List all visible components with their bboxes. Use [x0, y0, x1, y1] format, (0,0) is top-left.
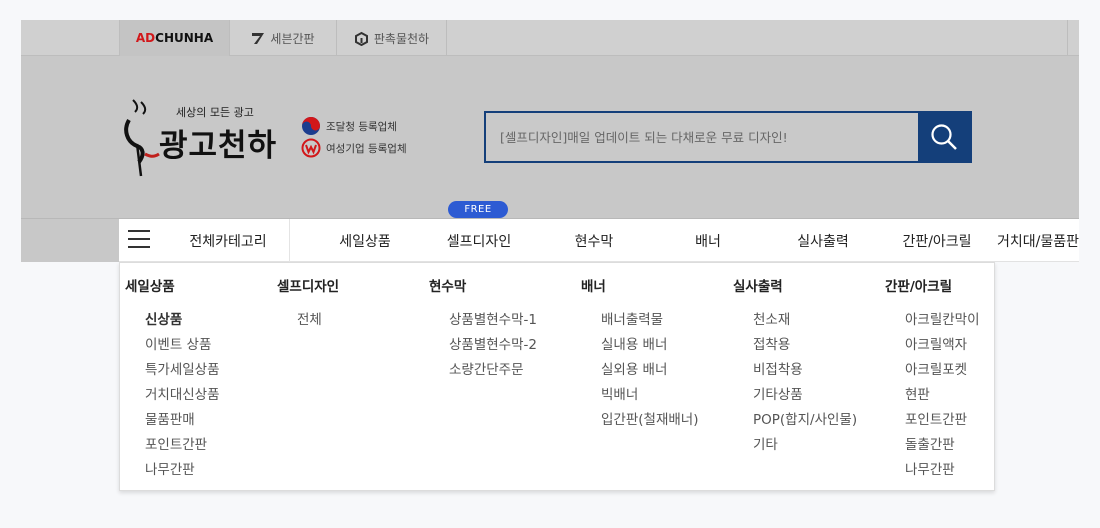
list-item[interactable]: 상품별현수막-2	[449, 335, 537, 360]
list-item[interactable]: 실내용 배너	[601, 335, 698, 360]
list-item[interactable]: 아크릴칸막이	[905, 310, 980, 335]
nav-banner-cloth[interactable]: 현수막	[544, 219, 644, 262]
tab-adchunha[interactable]: AD CHUNHA	[119, 20, 230, 56]
list-item[interactable]: 아크릴액자	[905, 335, 980, 360]
list-item[interactable]: 거치대신상품	[145, 385, 220, 410]
badge-procurement: 조달청 등록업체	[301, 115, 407, 137]
nav-divider	[289, 219, 290, 262]
hamburger-menu-icon[interactable]	[128, 230, 150, 250]
column-list: 아크릴칸막이 아크릴액자 아크릴포켓 현판 포인트간판 돌출간판 나무간판	[905, 310, 980, 485]
site-switcher-bar: AD CHUNHA 세븐간판 판촉물천하	[21, 20, 1079, 56]
column-title[interactable]: 실사출력	[733, 275, 783, 295]
nav-sign-acrylic[interactable]: 간판/아크릴	[887, 219, 987, 262]
list-item[interactable]: 나무간판	[145, 460, 220, 485]
list-item[interactable]: 이벤트 상품	[145, 335, 220, 360]
nav-self-design[interactable]: 셀프디자인	[429, 219, 529, 262]
column-title[interactable]: 셀프디자인	[277, 275, 339, 295]
topbar-end-divider	[1067, 20, 1079, 56]
logo-title: 광고천하	[159, 128, 278, 164]
column-list: 배너출력물 실내용 배너 실외용 배너 빅배너 입간판(철재배너)	[601, 310, 698, 435]
calligraphy-emblem-icon	[124, 99, 160, 177]
search-icon	[931, 124, 957, 150]
list-item[interactable]: 물품판매	[145, 410, 220, 435]
list-item[interactable]: 나무간판	[905, 460, 980, 485]
column-list: 전체	[297, 310, 322, 335]
list-item[interactable]: 접착용	[753, 335, 857, 360]
gift-box-icon	[354, 31, 369, 46]
nav-all-category[interactable]: 전체카테고리	[173, 219, 283, 262]
site-logo[interactable]: 세상의 모든 광고 광고천하	[119, 96, 319, 177]
free-badge: FREE	[448, 201, 508, 218]
column-list: 천소재 접착용 비접착용 기타상품 POP(합지/사인물) 기타	[753, 310, 857, 460]
list-item[interactable]: 기타	[753, 435, 857, 460]
list-item[interactable]: 아크릴포켓	[905, 360, 980, 385]
badge-procurement-label: 조달청 등록업체	[326, 120, 397, 133]
search-button[interactable]	[918, 113, 970, 161]
tab-adchunha-ad: AD	[135, 31, 156, 45]
list-item[interactable]: 현판	[905, 385, 980, 410]
certification-badges: 조달청 등록업체 여성기업 등록업체	[301, 115, 407, 159]
search-input[interactable]	[486, 113, 918, 161]
column-list: 신상품 이벤트 상품 특가세일상품 거치대신상품 물품판매 포인트간판 나무간판	[145, 310, 220, 485]
nav-stand-goods[interactable]: 거치대/물품판	[997, 219, 1079, 262]
list-item[interactable]: 돌출간판	[905, 435, 980, 460]
tab-promo-goods-label: 판촉물천하	[373, 31, 430, 46]
list-item[interactable]: 배너출력물	[601, 310, 698, 335]
list-item[interactable]: 천소재	[753, 310, 857, 335]
list-item[interactable]: 기타상품	[753, 385, 857, 410]
column-title[interactable]: 배너	[581, 275, 606, 295]
list-item[interactable]: 비접착용	[753, 360, 857, 385]
badge-women-business-label: 여성기업 등록업체	[326, 142, 407, 155]
tab-adchunha-rest: CHUNHA	[155, 31, 214, 45]
tab-promo-goods[interactable]: 판촉물천하	[337, 20, 447, 56]
list-item[interactable]: 포인트간판	[905, 410, 980, 435]
seven-logo-icon	[251, 31, 265, 45]
list-item[interactable]: 빅배너	[601, 385, 698, 410]
taegeuk-icon	[301, 116, 321, 136]
search-bar	[484, 111, 972, 163]
list-item[interactable]: 신상품	[145, 310, 220, 335]
column-list: 상품별현수막-1 상품별현수막-2 소량간단주문	[449, 310, 537, 385]
list-item[interactable]: POP(합지/사인물)	[753, 410, 857, 435]
list-item[interactable]: 실외용 배너	[601, 360, 698, 385]
women-business-icon	[301, 138, 321, 158]
nav-sale[interactable]: 세일상품	[315, 219, 415, 262]
tab-seven-sign-label: 세븐간판	[270, 31, 315, 46]
column-title[interactable]: 현수막	[429, 275, 466, 295]
tab-seven-sign[interactable]: 세븐간판	[230, 20, 337, 56]
column-title[interactable]: 세일상품	[125, 275, 175, 295]
nav-banner[interactable]: 배너	[658, 219, 758, 262]
list-item[interactable]: 특가세일상품	[145, 360, 220, 385]
badge-women-business: 여성기업 등록업체	[301, 137, 407, 159]
nav-print[interactable]: 실사출력	[773, 219, 873, 262]
category-dropdown: 세일상품 신상품 이벤트 상품 특가세일상품 거치대신상품 물품판매 포인트간판…	[119, 262, 995, 491]
list-item[interactable]: 포인트간판	[145, 435, 220, 460]
list-item[interactable]: 소량간단주문	[449, 360, 537, 385]
column-title[interactable]: 간판/아크릴	[885, 275, 952, 295]
list-item[interactable]: 전체	[297, 310, 322, 335]
main-nav: 전체카테고리 세일상품 셀프디자인 현수막 배너 실사출력 간판/아크릴 거치대…	[119, 219, 1079, 262]
list-item[interactable]: 입간판(철재배너)	[601, 410, 698, 435]
logo-tagline: 세상의 모든 광고	[176, 106, 254, 119]
list-item[interactable]: 상품별현수막-1	[449, 310, 537, 335]
